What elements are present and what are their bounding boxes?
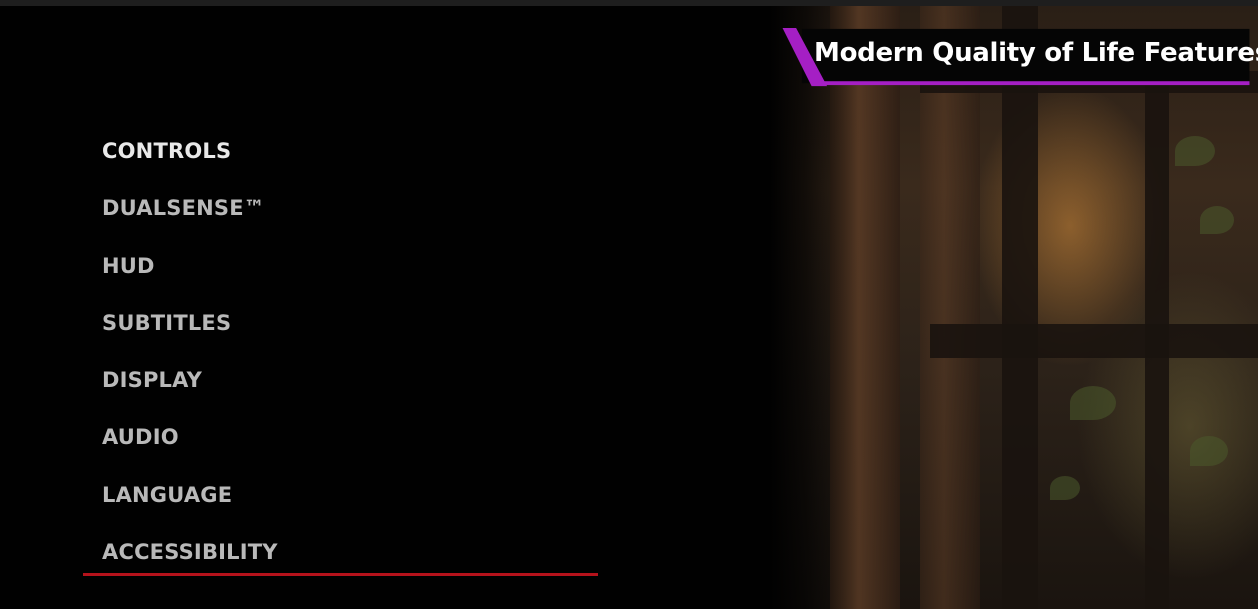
menu-item-language[interactable]: LANGUAGE bbox=[102, 480, 602, 537]
menu-item-controls[interactable]: CONTROLS bbox=[102, 136, 602, 193]
scene-edge-fade bbox=[770, 6, 860, 609]
foliage bbox=[1190, 436, 1228, 466]
menu-item-audio[interactable]: AUDIO bbox=[102, 422, 602, 479]
foliage bbox=[1200, 206, 1234, 234]
menu-item-hud[interactable]: HUD bbox=[102, 251, 602, 308]
menu-item-subtitles[interactable]: SUBTITLES bbox=[102, 308, 602, 365]
game-options-screen: Modern Quality of Life Features CONTROLS… bbox=[0, 0, 1258, 609]
feature-banner: Modern Quality of Life Features bbox=[776, 26, 1258, 90]
foliage bbox=[1175, 136, 1215, 166]
options-menu: CONTROLS DUALSENSE™ HUD SUBTITLES DISPLA… bbox=[102, 136, 602, 594]
foliage bbox=[1050, 476, 1080, 500]
menu-item-display[interactable]: DISPLAY bbox=[102, 365, 602, 422]
wooden-pillar bbox=[920, 6, 980, 609]
menu-focus-underline bbox=[83, 573, 598, 576]
window-frame-bar bbox=[930, 324, 1258, 358]
menu-item-dualsense[interactable]: DUALSENSE™ bbox=[102, 193, 602, 250]
banner-title: Modern Quality of Life Features bbox=[814, 38, 1258, 68]
window-frame-bar bbox=[1002, 6, 1038, 609]
menu-item-accessibility[interactable]: ACCESSIBILITY bbox=[102, 537, 602, 594]
foliage bbox=[1070, 386, 1116, 420]
background-scene-image bbox=[770, 6, 1258, 609]
